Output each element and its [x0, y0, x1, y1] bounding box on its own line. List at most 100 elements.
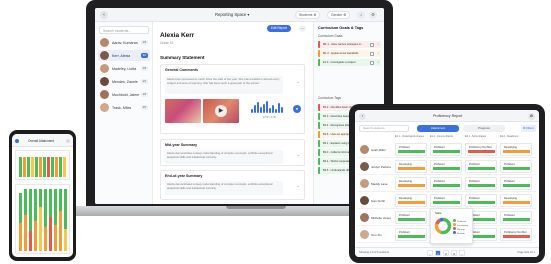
proficiency-cell[interactable]: Developing — [500, 143, 532, 156]
proficiency-cell[interactable]: Proficient — [465, 194, 497, 207]
table-row[interactable]: Maddy Lane Developing Proficient Proficient… — [358, 175, 536, 192]
student-grade: Grade 10 — [160, 41, 174, 45]
proficiency-cell[interactable]: Proficient — [395, 143, 427, 156]
goal-tag[interactable]: E1.3 - Investigates a subject × — [318, 59, 381, 66]
popup-title: Stats — [435, 211, 442, 215]
close-icon[interactable]: × — [377, 41, 379, 48]
proficiency-cell[interactable]: Proficient — [500, 211, 532, 224]
page-title[interactable]: Reporting Space ▾ — [215, 12, 249, 17]
student-item[interactable]: Kerr, Alexia 22 — [98, 50, 150, 61]
checkbox[interactable] — [370, 51, 374, 56]
more-icon[interactable]: ⋯ — [299, 25, 306, 32]
checkbox[interactable] — [370, 60, 374, 65]
bell-icon[interactable]: ♪ — [357, 11, 365, 19]
avatar — [100, 103, 109, 112]
goal-tag[interactable]: M1.1 - Uses various strategies to... × — [318, 41, 381, 48]
students-filter[interactable]: Students ⚙ — [295, 11, 321, 19]
avatar — [100, 38, 109, 47]
phone-title: Overall Attainment — [28, 139, 55, 143]
avatar — [360, 196, 369, 205]
settings-icon[interactable]: ⚙ — [369, 11, 377, 19]
table-row[interactable]: Avah Miller Proficient Proficient Proficien… — [358, 141, 536, 158]
donut-chart — [434, 217, 452, 235]
proficiency-bar — [503, 235, 530, 238]
proficiency-bar — [398, 218, 425, 221]
menu-icon[interactable] — [15, 138, 19, 143]
play-icon[interactable]: ▶ — [215, 105, 227, 117]
student-name: Madeley, Liotta — [112, 66, 137, 71]
proficiency-cell[interactable]: Developing — [395, 177, 427, 190]
chevron-down-icon[interactable]: ⌄ — [297, 152, 300, 157]
gender-filter[interactable]: Gender ⚙ — [327, 11, 351, 19]
proficiency-cell[interactable]: Proficiency Not Met — [500, 228, 532, 241]
chevron-left-icon[interactable]: ‹ — [359, 112, 366, 120]
pagination-page[interactable]: 3 — [451, 250, 457, 256]
pagination-prev[interactable]: ‹ — [427, 250, 433, 256]
goal-tag[interactable]: M1.2 - Applies know standards × — [318, 50, 381, 57]
proficiency-label: Proficient — [399, 231, 410, 234]
proficiency-cell[interactable]: Proficient — [430, 143, 462, 156]
stacked-chart — [15, 184, 70, 254]
student-item[interactable]: Madeley, Liotta 18 — [98, 63, 150, 74]
column-header[interactable]: E2.1 - Sorts shapes — [465, 135, 486, 140]
proficiency-cell[interactable]: Proficient — [430, 177, 462, 190]
proficiency-cell[interactable]: Proficient — [395, 211, 427, 224]
proficiency-cell[interactable]: Proficient — [465, 160, 497, 173]
filters-button[interactable]: ⚙ Filters — [521, 125, 536, 132]
pagination-page[interactable]: 1 — [435, 250, 441, 256]
proficiency-cell[interactable]: Proficient — [395, 228, 427, 241]
student-badge: 16 — [140, 79, 148, 84]
card-title: General Comments — [165, 68, 198, 72]
proficiency-cell[interactable]: Proficient — [430, 160, 462, 173]
edit-report-button[interactable]: Edit Report — [267, 25, 291, 32]
table-row[interactable]: Ivan Smith Developing Proficient Proficient… — [358, 192, 536, 209]
results-count: Showing 1-6 of 6 students — [359, 251, 389, 254]
student-item[interactable]: Muchbold, Jaime 18 — [98, 89, 150, 100]
student-name: Ivan Smith — [371, 198, 386, 203]
chevron-down-icon[interactable]: ⌄ — [297, 183, 300, 188]
proficiency-cell[interactable]: Developing — [500, 194, 532, 207]
tab-progress[interactable]: Progress — [463, 125, 505, 132]
profile-icon[interactable] — [66, 138, 70, 143]
student-badge: 15 — [140, 105, 148, 110]
comment-text[interactable]: Alexia has impressed so much since the s… — [165, 76, 283, 94]
pagination-page[interactable]: 2 — [443, 250, 449, 256]
proficiency-cell[interactable]: Proficient — [465, 177, 497, 190]
tab-attainment[interactable]: Attainment — [417, 125, 459, 132]
table-row[interactable]: Jordyn Perkins Developing Proficient Profic… — [358, 158, 536, 175]
settings-icon[interactable]: ⚙ — [528, 112, 535, 120]
search-input[interactable]: Search students — [359, 125, 409, 132]
audio-recording[interactable]: 0:00 / 0:30 ● — [249, 101, 301, 119]
proficiency-cell[interactable]: Proficiency Not Met — [465, 143, 497, 156]
student-item[interactable]: Mendes, Zanele 16 — [98, 76, 150, 87]
chevron-left-icon[interactable]: ‹ — [100, 11, 108, 19]
avatar — [360, 179, 369, 188]
proficiency-cell[interactable]: Developing — [395, 194, 427, 207]
student-item[interactable]: Aarav, Kumaran 18 — [98, 37, 150, 48]
column-header[interactable]: E2.2 - Reads text — [500, 135, 518, 140]
proficiency-cell[interactable]: Proficient — [500, 177, 532, 190]
proficiency-cell[interactable]: Proficient — [500, 160, 532, 173]
search-input[interactable]: Search students... — [99, 26, 149, 34]
pagination-next[interactable]: › — [459, 250, 465, 256]
summary-text[interactable]: Alexia demonstrates a deep understanding… — [165, 181, 283, 195]
checkbox[interactable] — [370, 42, 374, 47]
waveform-bar — [266, 101, 268, 113]
microphone-icon[interactable]: ● — [293, 105, 301, 113]
proficiency-label: Proficient — [434, 163, 445, 166]
student-item[interactable]: Trask, Miles 15 — [98, 102, 150, 113]
avatar — [360, 162, 369, 171]
page-size-select[interactable]: Page Size 10 ▾ — [518, 251, 535, 254]
summary-text[interactable]: Alexia demonstrates a deep understanding… — [165, 150, 283, 164]
chart-column — [19, 193, 22, 223]
classroom-photo[interactable] — [165, 99, 201, 123]
proficiency-cell[interactable]: Proficient — [430, 194, 462, 207]
column-header[interactable]: E1.1 - Understands shapes — [395, 135, 424, 140]
column-header[interactable]: E1.2 - Counts objects — [430, 135, 453, 140]
classroom-video[interactable]: ▶ — [203, 99, 239, 123]
proficiency-cell[interactable]: Developing — [395, 160, 427, 173]
close-icon[interactable]: × — [377, 59, 379, 66]
close-icon[interactable]: × — [377, 50, 379, 57]
avatar — [100, 64, 109, 73]
chevron-down-icon[interactable]: ⌄ — [297, 79, 300, 84]
